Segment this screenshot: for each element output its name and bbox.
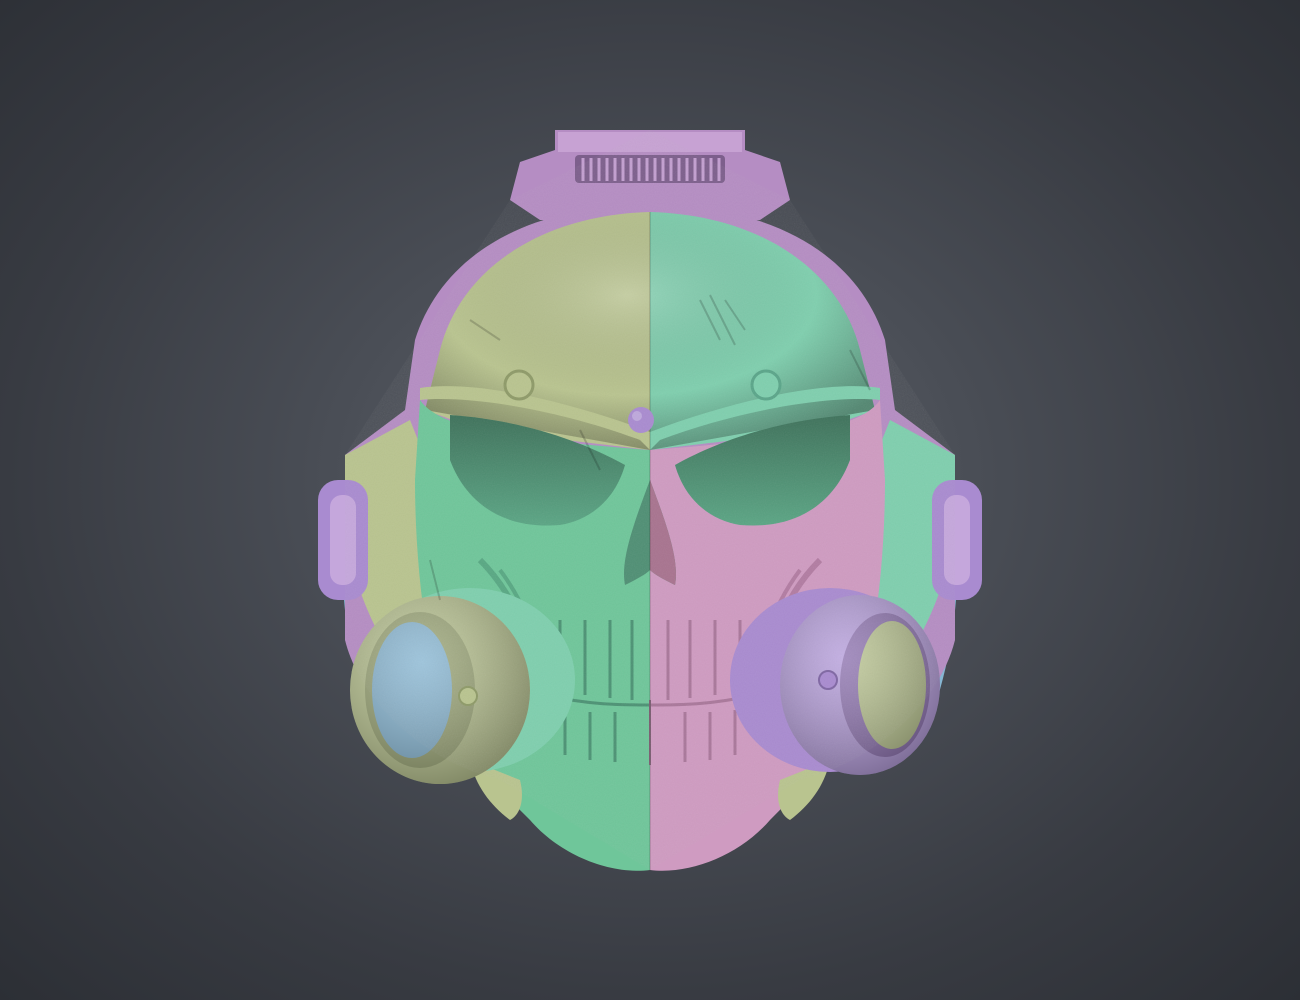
render-viewport [0,0,1300,1000]
helmet-render [318,130,982,871]
